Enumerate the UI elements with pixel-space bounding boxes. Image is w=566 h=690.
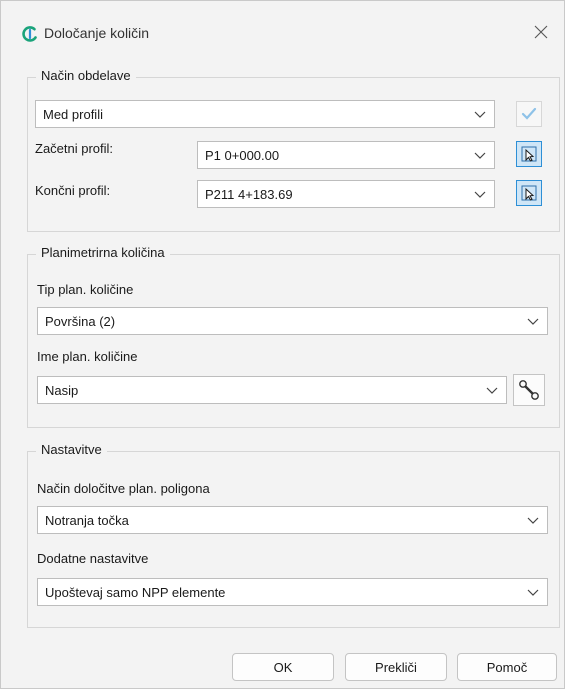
quantity-type-label: Tip plan. količine bbox=[37, 282, 134, 297]
polygon-method-select[interactable]: Notranja točka bbox=[37, 506, 548, 534]
quantity-type-value: Površina (2) bbox=[45, 313, 116, 329]
chevron-down-icon bbox=[474, 111, 486, 118]
extra-settings-select[interactable]: Upoštevaj samo NPP elemente bbox=[37, 578, 548, 606]
chevron-down-icon bbox=[527, 589, 539, 596]
dialog-window: Določanje količin Način obdelave Med pro… bbox=[0, 0, 565, 689]
group-legend: Planimetrirna količina bbox=[36, 245, 170, 260]
window-title: Določanje količin bbox=[44, 25, 150, 41]
checkmark-icon bbox=[521, 107, 537, 120]
ok-button[interactable]: OK bbox=[232, 653, 334, 681]
group-legend: Način obdelave bbox=[36, 68, 136, 83]
wrench-icon bbox=[519, 380, 539, 400]
title-bar: Določanje količin bbox=[1, 1, 564, 65]
start-profile-label: Začetni profil: bbox=[35, 141, 114, 156]
processing-mode-select[interactable]: Med profili bbox=[35, 100, 495, 128]
pick-cursor-icon bbox=[521, 146, 537, 162]
pick-start-profile-button[interactable] bbox=[516, 141, 542, 167]
close-button[interactable] bbox=[526, 17, 556, 47]
help-button[interactable]: Pomoč bbox=[457, 653, 557, 681]
extra-settings-value: Upoštevaj samo NPP elemente bbox=[45, 584, 226, 600]
group-legend: Nastavitve bbox=[36, 442, 107, 457]
app-logo-icon bbox=[22, 26, 37, 42]
quantity-name-value: Nasip bbox=[45, 382, 79, 398]
quantity-name-select[interactable]: Nasip bbox=[37, 376, 507, 404]
processing-mode-value: Med profili bbox=[43, 106, 103, 122]
extra-settings-label: Dodatne nastavitve bbox=[37, 551, 149, 566]
chevron-down-icon bbox=[474, 152, 486, 159]
pick-cursor-icon bbox=[521, 185, 537, 201]
quantity-type-select[interactable]: Površina (2) bbox=[37, 307, 548, 335]
polygon-method-label: Način določitve plan. poligona bbox=[37, 481, 210, 496]
edit-quantity-button[interactable] bbox=[513, 374, 545, 406]
chevron-down-icon bbox=[527, 517, 539, 524]
chevron-down-icon bbox=[486, 387, 498, 394]
start-profile-select[interactable]: P1 0+000.00 bbox=[197, 141, 495, 169]
quantity-name-label: Ime plan. količine bbox=[37, 349, 138, 364]
chevron-down-icon bbox=[474, 191, 486, 198]
chevron-down-icon bbox=[527, 318, 539, 325]
start-profile-value: P1 0+000.00 bbox=[205, 147, 280, 163]
pick-end-profile-button[interactable] bbox=[516, 180, 542, 206]
cancel-button[interactable]: Prekliči bbox=[345, 653, 447, 681]
end-profile-select[interactable]: P211 4+183.69 bbox=[197, 180, 495, 208]
polygon-method-value: Notranja točka bbox=[45, 512, 129, 528]
end-profile-value: P211 4+183.69 bbox=[205, 186, 293, 202]
confirm-check-button[interactable] bbox=[516, 101, 542, 127]
end-profile-label: Končni profil: bbox=[35, 183, 111, 198]
close-icon bbox=[534, 25, 548, 39]
